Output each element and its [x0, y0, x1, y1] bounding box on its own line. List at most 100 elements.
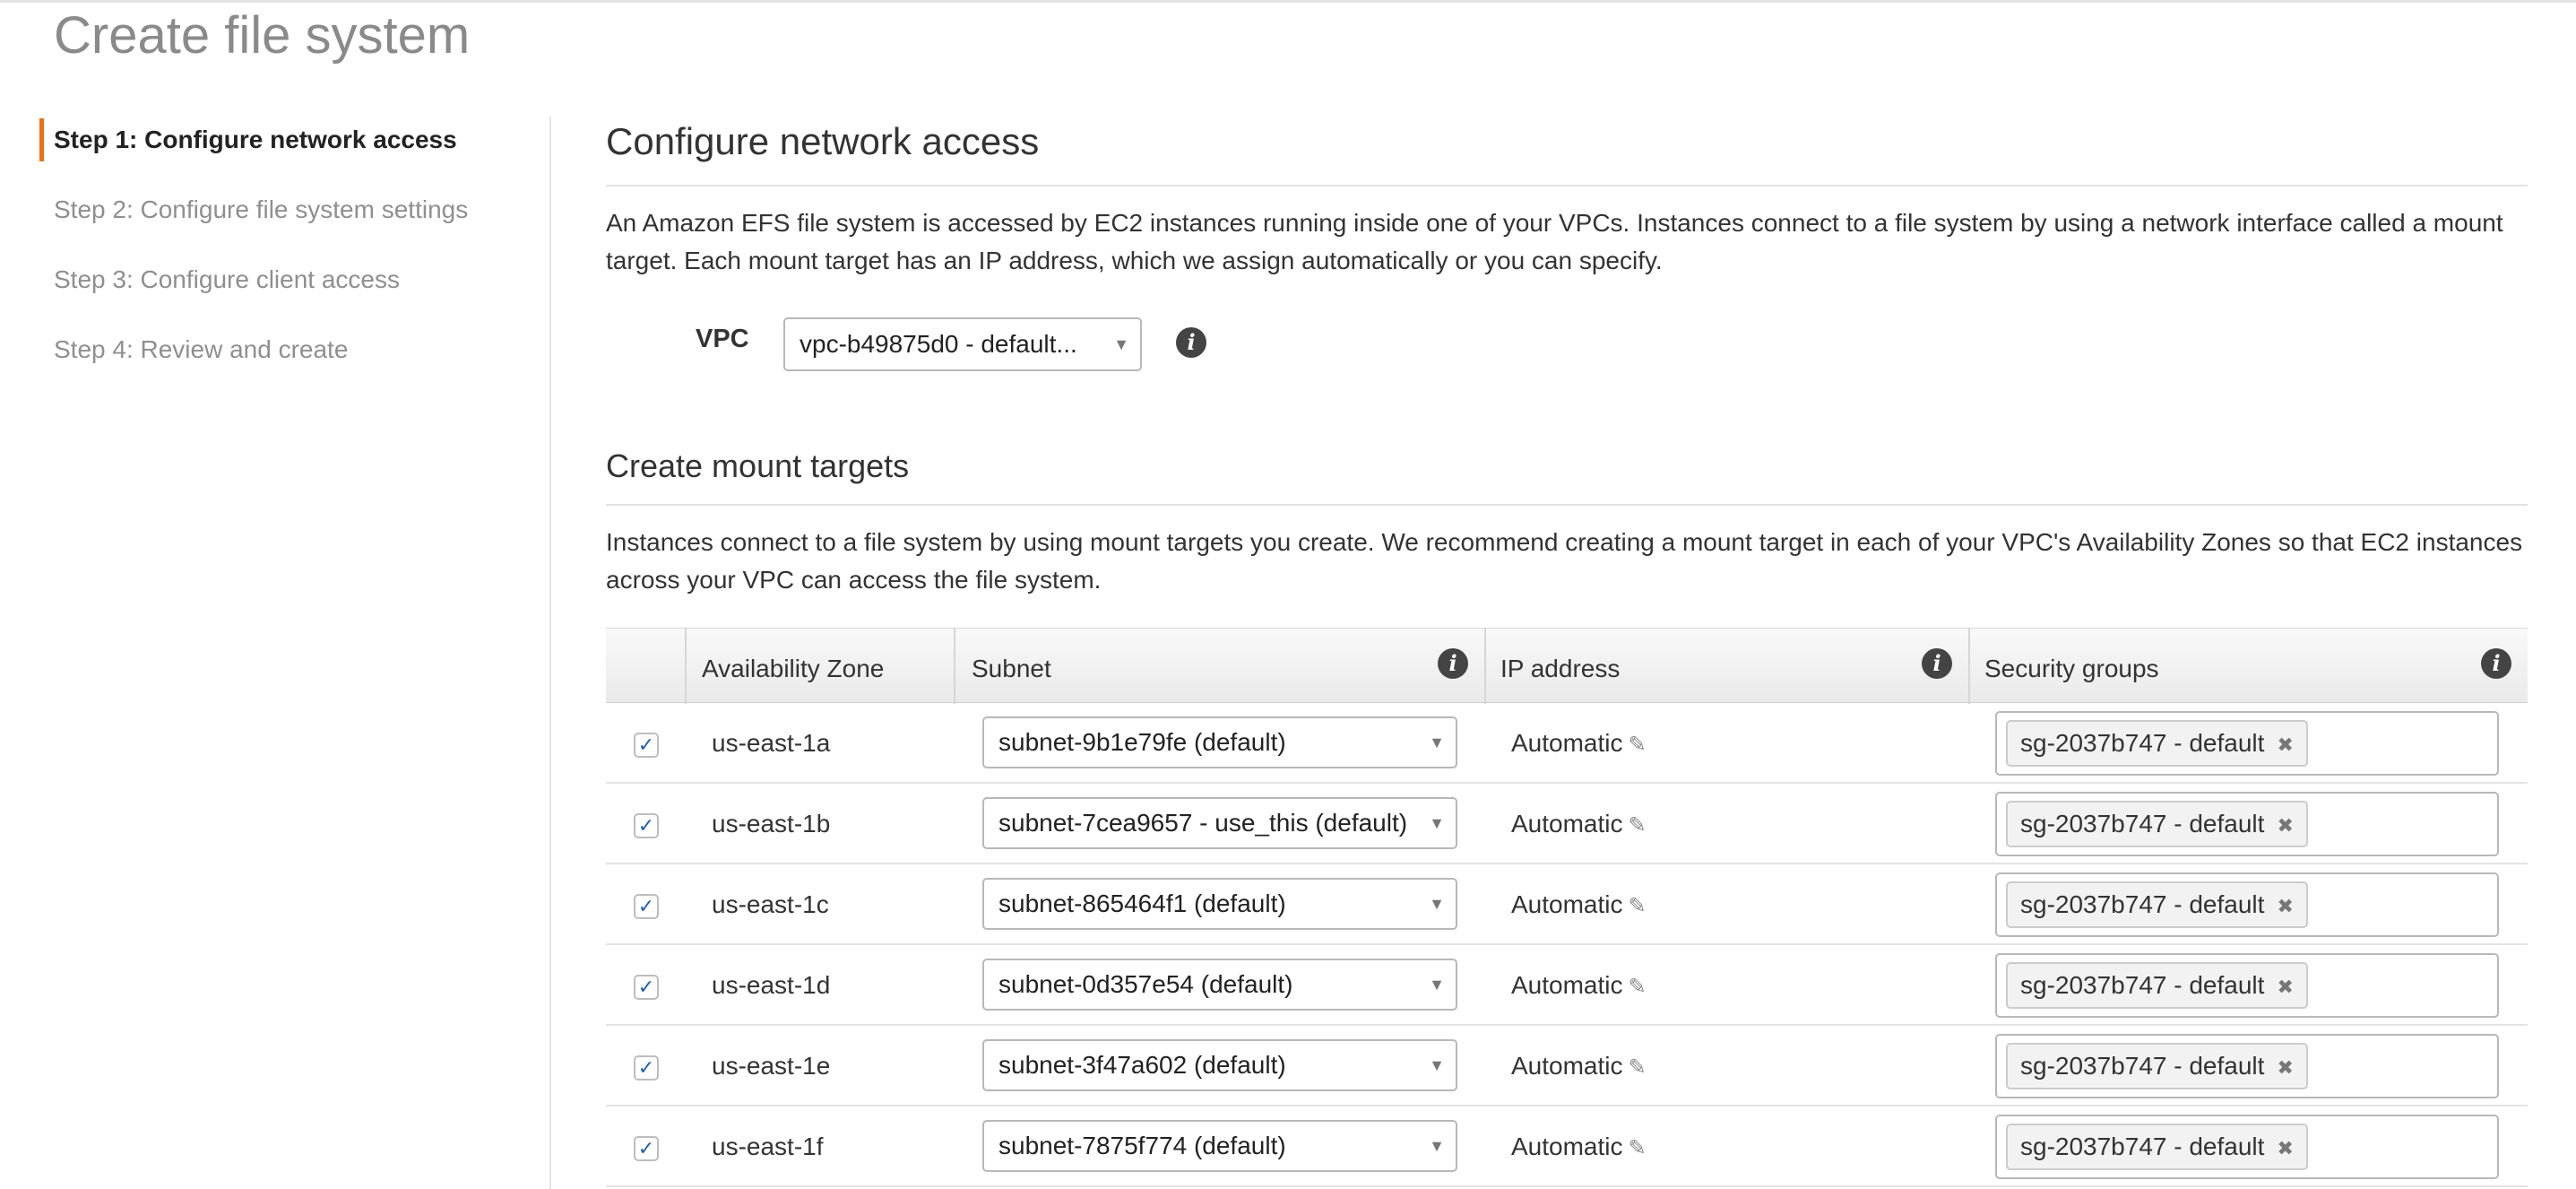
security-group-tag: sg-2037b747 - default ✖ [2006, 801, 2308, 847]
subnet-select-value: subnet-7875f774 (default) [998, 1132, 1286, 1159]
security-groups-input[interactable]: sg-2037b747 - default ✖ [1995, 1034, 2499, 1098]
close-icon[interactable]: ✖ [2277, 814, 2293, 837]
section-divider [606, 504, 2528, 506]
close-icon[interactable]: ✖ [2277, 733, 2293, 756]
vpc-select-value: vpc-b49875d0 - default... [800, 330, 1077, 358]
step-file-system-settings[interactable]: Step 2: Configure file system settings [39, 187, 541, 256]
security-group-tag: sg-2037b747 - default ✖ [2006, 1124, 2308, 1170]
top-border [0, 0, 2576, 3]
chevron-down-icon: ▼ [1429, 895, 1445, 913]
security-group-value: sg-2037b747 - default [2020, 1133, 2265, 1160]
ip-address-cell[interactable]: Automatic ✎ [1511, 1026, 1647, 1108]
header-availability-zone: Availability Zone [702, 655, 885, 682]
availability-zone: us-east-1d [712, 971, 831, 999]
ip-address-cell[interactable]: Automatic ✎ [1511, 945, 1647, 1028]
step-configure-network[interactable]: Step 1: Configure network access [39, 117, 541, 187]
security-group-value: sg-2037b747 - default [2020, 729, 2265, 757]
wizard-steps: Step 1: Configure network access Step 2:… [39, 117, 541, 396]
subnet-select[interactable]: subnet-7cea9657 - use_this (default) ▼ [982, 797, 1457, 849]
pencil-icon[interactable]: ✎ [1629, 813, 1647, 838]
subnet-select[interactable]: subnet-3f47a602 (default) ▼ [982, 1039, 1457, 1091]
ip-address-cell[interactable]: Automatic ✎ [1511, 864, 1647, 947]
header-subnet: Subnet [972, 655, 1051, 682]
chevron-down-icon: ▼ [1429, 814, 1445, 832]
ip-address-value: Automatic [1511, 1133, 1623, 1160]
table-row: ✓ us-east-1a subnet-9b1e79fe (default) ▼… [606, 703, 2528, 784]
subnet-select-value: subnet-0d357e54 (default) [998, 970, 1293, 998]
ip-address-cell[interactable]: Automatic ✎ [1511, 784, 1647, 866]
ip-address-value: Automatic [1511, 971, 1623, 999]
pencil-icon[interactable]: ✎ [1629, 894, 1647, 918]
ip-address-value: Automatic [1511, 1052, 1623, 1080]
close-icon[interactable]: ✖ [2277, 1137, 2293, 1159]
vpc-select[interactable]: vpc-b49875d0 - default... ▼ [783, 317, 1142, 371]
security-group-value: sg-2037b747 - default [2020, 971, 2265, 999]
step-client-access[interactable]: Step 3: Configure client access [39, 256, 541, 326]
security-groups-input[interactable]: sg-2037b747 - default ✖ [1995, 953, 2499, 1018]
security-groups-input[interactable]: sg-2037b747 - default ✖ [1995, 1115, 2499, 1179]
row-checkbox[interactable]: ✓ [634, 1055, 659, 1081]
checkmark-icon: ✓ [637, 1056, 655, 1079]
vpc-label: VPC [696, 325, 749, 353]
subnet-select[interactable]: subnet-0d357e54 (default) ▼ [982, 959, 1457, 1011]
sidebar-divider [549, 117, 551, 1189]
row-checkbox[interactable]: ✓ [634, 813, 659, 838]
subnet-select-value: subnet-7cea9657 - use_this (default) [998, 809, 1408, 837]
close-icon[interactable]: ✖ [2277, 976, 2293, 998]
chevron-down-icon: ▼ [1429, 733, 1445, 751]
checkmark-icon: ✓ [637, 733, 655, 756]
row-checkbox[interactable]: ✓ [634, 733, 659, 758]
pencil-icon[interactable]: ✎ [1629, 975, 1647, 999]
section-divider [606, 185, 2528, 187]
checkmark-icon: ✓ [637, 895, 655, 917]
close-icon[interactable]: ✖ [2277, 895, 2293, 917]
security-group-tag: sg-2037b747 - default ✖ [2006, 881, 2308, 928]
page-title: Create file system [54, 6, 471, 65]
mount-description: Instances connect to a file system by us… [606, 528, 2523, 594]
row-checkbox[interactable]: ✓ [634, 894, 659, 919]
subnet-select-value: subnet-3f47a602 (default) [998, 1051, 1286, 1079]
info-icon[interactable]: i [1176, 327, 1206, 358]
availability-zone: us-east-1f [712, 1133, 824, 1160]
section-title-mount-targets: Create mount targets [606, 447, 910, 484]
pencil-icon[interactable]: ✎ [1629, 1055, 1647, 1080]
ip-address-cell[interactable]: Automatic ✎ [1511, 703, 1647, 785]
chevron-down-icon: ▼ [1429, 1137, 1445, 1155]
step-review-create[interactable]: Step 4: Review and create [39, 326, 541, 396]
header-security-groups: Security groups [1984, 655, 2159, 682]
subnet-select[interactable]: subnet-7875f774 (default) ▼ [982, 1120, 1457, 1172]
subnet-select[interactable]: subnet-9b1e79fe (default) ▼ [982, 716, 1457, 768]
info-icon[interactable]: i [1438, 648, 1468, 679]
row-checkbox[interactable]: ✓ [634, 975, 659, 1000]
security-groups-input[interactable]: sg-2037b747 - default ✖ [1995, 711, 2499, 776]
ip-address-cell[interactable]: Automatic ✎ [1511, 1107, 1647, 1189]
pencil-icon[interactable]: ✎ [1629, 1136, 1647, 1160]
availability-zone: us-east-1c [712, 890, 829, 918]
subnet-select-value: subnet-9b1e79fe (default) [998, 728, 1286, 756]
close-icon[interactable]: ✖ [2277, 1056, 2293, 1079]
header-ip-address: IP address [1500, 655, 1621, 682]
section-title-network: Configure network access [606, 120, 1040, 162]
table-row: ✓ us-east-1b subnet-7cea9657 - use_this … [606, 784, 2528, 864]
security-group-value: sg-2037b747 - default [2020, 1052, 2265, 1080]
network-description: An Amazon EFS file system is accessed by… [606, 209, 2503, 274]
availability-zone: us-east-1a [712, 729, 831, 757]
ip-address-value: Automatic [1511, 729, 1623, 757]
security-group-value: sg-2037b747 - default [2020, 810, 2265, 838]
subnet-select[interactable]: subnet-865464f1 (default) ▼ [982, 878, 1457, 930]
chevron-down-icon: ▼ [1113, 335, 1129, 353]
ip-address-value: Automatic [1511, 810, 1623, 838]
security-group-value: sg-2037b747 - default [2020, 890, 2265, 918]
column-divider [954, 629, 955, 704]
security-groups-input[interactable]: sg-2037b747 - default ✖ [1995, 792, 2499, 856]
pencil-icon[interactable]: ✎ [1629, 733, 1647, 757]
column-divider [1968, 629, 1970, 704]
info-icon[interactable]: i [2481, 648, 2511, 679]
table-row: ✓ us-east-1f subnet-7875f774 (default) ▼… [606, 1107, 2528, 1187]
info-icon[interactable]: i [1922, 648, 1952, 679]
row-checkbox[interactable]: ✓ [634, 1136, 659, 1161]
security-group-tag: sg-2037b747 - default ✖ [2006, 1043, 2308, 1089]
column-divider [685, 629, 687, 704]
security-groups-input[interactable]: sg-2037b747 - default ✖ [1995, 872, 2499, 937]
checkmark-icon: ✓ [637, 1137, 655, 1159]
